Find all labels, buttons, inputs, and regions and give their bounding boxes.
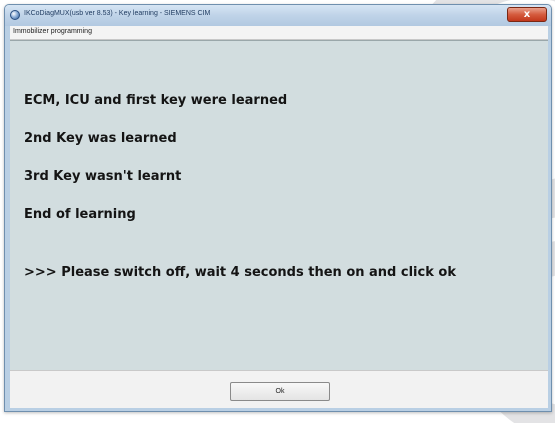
- message-end-of-learning: End of learning: [24, 207, 136, 222]
- screenshot-page: IKCoDiagMUX(usb ver 8.53) - Key learning…: [0, 0, 555, 423]
- close-button[interactable]: x: [507, 7, 547, 22]
- close-icon: x: [523, 9, 531, 20]
- menu-immobilizer-programming[interactable]: Immobilizer programming: [13, 28, 92, 35]
- ok-button[interactable]: Ok: [230, 382, 330, 401]
- app-icon: [10, 10, 20, 20]
- window-title: IKCoDiagMUX(usb ver 8.53) - Key learning…: [24, 10, 211, 17]
- title-bar[interactable]: IKCoDiagMUX(usb ver 8.53) - Key learning…: [5, 5, 551, 26]
- key-learning-window: IKCoDiagMUX(usb ver 8.53) - Key learning…: [4, 4, 552, 412]
- message-second-key: 2nd Key was learned: [24, 131, 177, 146]
- message-ecm-icu-first-key: ECM, ICU and first key were learned: [24, 93, 288, 108]
- message-third-key: 3rd Key wasn't learnt: [24, 169, 182, 184]
- message-instruction: >>> Please switch off, wait 4 seconds th…: [24, 265, 456, 280]
- button-bar: Ok: [10, 370, 548, 408]
- message-panel: ECM, ICU and first key were learned 2nd …: [10, 40, 548, 370]
- menu-bar: Immobilizer programming: [10, 26, 548, 40]
